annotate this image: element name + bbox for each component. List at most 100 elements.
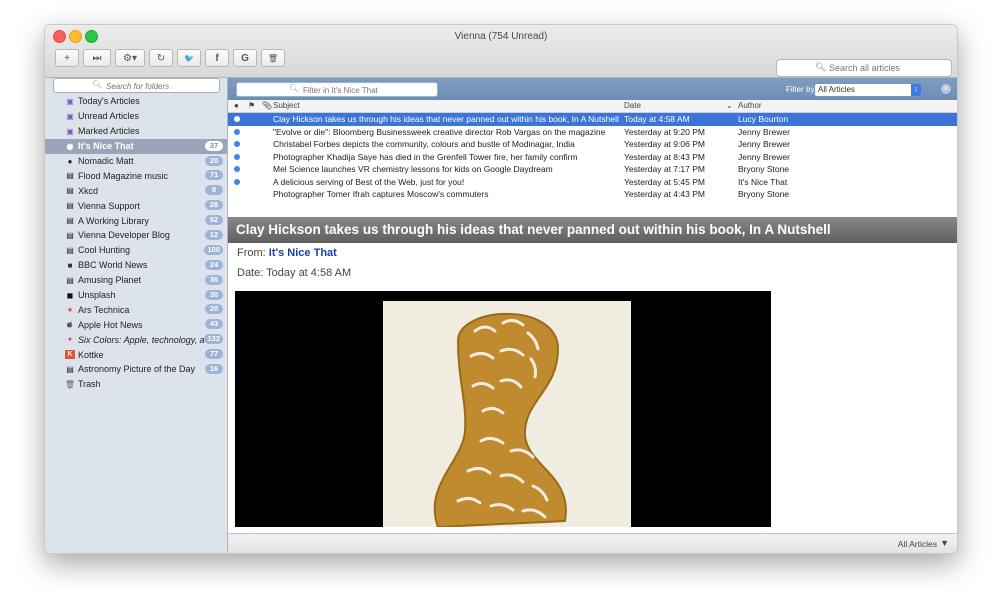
subject-column-header[interactable]: Subject <box>273 101 300 110</box>
folder-label: Today's Articles <box>78 96 140 107</box>
unread-dot-icon <box>234 178 240 185</box>
folder-xkcd[interactable]: ▤ Xkcd 8 <box>45 183 227 198</box>
feed-icon: ▤ <box>66 364 74 374</box>
twitter-icon: 🐦 <box>184 53 194 63</box>
refresh-button[interactable]: ↻ <box>149 49 173 67</box>
folder-label: Astronomy Picture of the Day <box>78 364 196 375</box>
author-column-header[interactable]: Author <box>738 101 762 110</box>
folder-amusing-planet[interactable]: ▤ Amusing Planet 36 <box>45 273 227 288</box>
folder-todays-articles[interactable]: ▣ Today's Articles <box>45 94 227 109</box>
gear-icon: ⚙▾ <box>123 52 137 64</box>
article-filter-input[interactable] <box>301 83 435 97</box>
unread-dot-icon <box>234 166 240 172</box>
article-list-header: 🔍︎ Filter by: All Articles ↕ × <box>228 78 957 100</box>
folder-its-nice-that[interactable]: ◉ It's Nice That 37 <box>45 138 227 154</box>
row-date: Yesterday at 8:43 PM <box>624 151 705 162</box>
feed-icon: ▤ <box>66 245 74 255</box>
peanut-illustration <box>383 301 631 527</box>
row-date: Yesterday at 7:17 PM <box>624 164 705 174</box>
kottke-icon: K <box>65 350 75 360</box>
google-share-button[interactable]: G <box>233 49 257 67</box>
folder-ars-technica[interactable]: ● Ars Technica 20 <box>45 302 227 317</box>
unread-badge: 8 <box>205 185 223 196</box>
folder-nomadic-matt[interactable]: ● Nomadic Matt 20 <box>45 154 227 169</box>
delete-button[interactable]: 🗑 <box>261 49 285 67</box>
unread-dot-icon <box>234 128 240 135</box>
unread-badge: 43 <box>205 319 223 330</box>
folder-vienna-support[interactable]: ▤ Vienna Support 28 <box>45 198 227 213</box>
article-filter-field[interactable]: 🔍︎ <box>236 82 438 97</box>
table-row[interactable]: Photographer Khadija Saye has died in th… <box>228 151 957 164</box>
date-label: Date: <box>237 267 264 279</box>
table-row[interactable]: Mel Science launches VR chemistry lesson… <box>228 163 957 176</box>
folder-search-input[interactable] <box>104 79 218 93</box>
row-subject: Photographer Tomer Ifrah captures Moscow… <box>273 189 489 199</box>
ars-technica-icon: ● <box>67 305 73 315</box>
folder-astronomy-picture[interactable]: ▤ Astronomy Picture of the Day 16 <box>45 362 227 377</box>
row-date: Yesterday at 5:45 PM <box>624 176 705 187</box>
folder-flood-magazine[interactable]: ▤ Flood Magazine music 71 <box>45 168 227 183</box>
unread-badge: 132 <box>204 334 223 345</box>
feed-icon: ▤ <box>66 275 74 285</box>
unread-badge: 28 <box>205 200 223 211</box>
trash-icon: 🗑 <box>64 379 76 389</box>
unread-dot-column-icon[interactable]: ● <box>234 101 239 110</box>
trash-icon: 🗑 <box>267 53 279 63</box>
folder-marked-articles[interactable]: ▣ Marked Articles <box>45 124 227 139</box>
unread-badge: 24 <box>205 259 223 270</box>
filter-select[interactable]: All Articles ↕ <box>814 83 922 97</box>
table-row[interactable]: Photographer Tomer Ifrah captures Moscow… <box>228 188 957 201</box>
feed-icon: ▤ <box>66 201 74 211</box>
action-menu-button[interactable]: ⚙▾ <box>115 49 145 67</box>
google-icon: G <box>241 52 249 64</box>
folder-label: Vienna Developer Blog <box>78 230 170 241</box>
folder-bbc-world-news[interactable]: ■ BBC World News 24 <box>45 258 227 273</box>
folder-a-working-library[interactable]: ▤ A Working Library 52 <box>45 213 227 228</box>
folder-search-field[interactable]: 🔍︎ <box>53 78 220 93</box>
row-date: Today at 4:58 AM <box>624 114 690 124</box>
folder-label: A Working Library <box>78 215 149 226</box>
twitter-share-button[interactable]: 🐦 <box>177 49 201 67</box>
search-icon: 🔍︎ <box>815 62 827 72</box>
next-unread-button[interactable]: ⏭ <box>83 49 111 67</box>
folder-vienna-developer-blog[interactable]: ▤ Vienna Developer Blog 12 <box>45 228 227 243</box>
folder-unread-articles[interactable]: ▣ Unread Articles <box>45 109 227 124</box>
table-row[interactable]: A delicious serving of Best of the Web, … <box>228 176 957 189</box>
unread-badge: 30 <box>205 289 223 300</box>
folder-label: Vienna Support <box>78 200 140 211</box>
unread-badge: 20 <box>205 155 223 166</box>
from-link[interactable]: It's Nice That <box>269 247 337 259</box>
search-all-input[interactable] <box>827 61 949 75</box>
folder-six-colors[interactable]: ✦ Six Colors: Apple, technology, a 132 <box>45 332 227 347</box>
window-title: Vienna (754 Unread) <box>454 31 548 42</box>
six-colors-icon: ✦ <box>66 335 74 345</box>
folder-label: Xkcd <box>78 185 99 196</box>
attachment-column-icon[interactable]: 📎︎ <box>262 101 272 110</box>
search-icon: 🔍︎ <box>289 84 300 93</box>
folder-apple-hot-news[interactable]: Apple Hot News 43 <box>45 317 227 332</box>
folder-trash[interactable]: 🗑 Trash <box>45 377 227 392</box>
table-row[interactable]: Clay Hickson takes us through his ideas … <box>228 113 957 126</box>
date-value: Today at 4:58 AM <box>266 267 352 279</box>
filter-icon[interactable]: ▼ <box>940 538 949 548</box>
folder-label: It's Nice That <box>78 141 134 152</box>
folder-label: Ars Technica <box>78 304 130 315</box>
row-subject: "Evolve or die": Bloomberg Businessweek … <box>273 126 606 137</box>
table-row[interactable]: Christabel Forbes depicts the community,… <box>228 138 957 151</box>
row-subject: Photographer Khadija Saye has died in th… <box>273 151 578 162</box>
row-subject: Mel Science launches VR chemistry lesson… <box>273 164 553 174</box>
new-subscription-button[interactable]: + <box>55 49 79 67</box>
date-column-header[interactable]: Date <box>624 101 641 110</box>
folder-kottke[interactable]: K Kottke 77 <box>45 347 227 362</box>
folder-label: Trash <box>78 379 101 390</box>
facebook-share-button[interactable]: f <box>205 49 229 67</box>
close-icon[interactable]: × <box>941 84 951 94</box>
table-row[interactable]: "Evolve or die": Bloomberg Businessweek … <box>228 126 957 139</box>
folder-unsplash[interactable]: ◼ Unsplash 30 <box>45 288 227 303</box>
facebook-icon: f <box>215 52 219 64</box>
flag-column-icon[interactable]: ⚑ <box>248 101 255 110</box>
folder-cool-hunting[interactable]: ▤ Cool Hunting 100 <box>45 243 227 258</box>
folder-label: Kottke <box>78 349 104 360</box>
search-all-field[interactable]: 🔍︎ <box>776 59 952 77</box>
unread-badge: 12 <box>205 230 223 241</box>
